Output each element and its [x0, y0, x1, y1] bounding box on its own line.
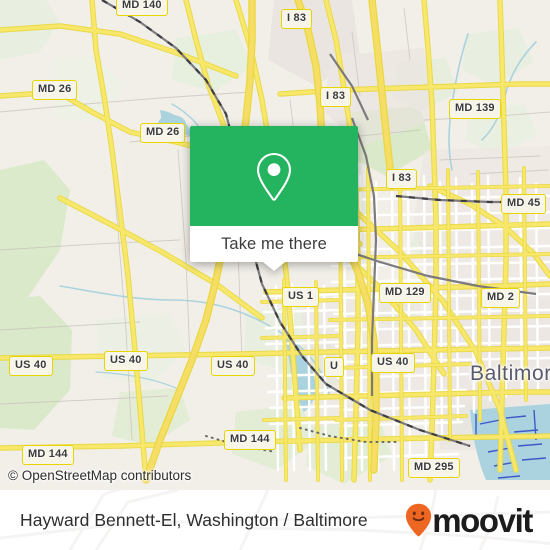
highway-shield: US 40 [371, 353, 415, 373]
highway-shield: MD 26 [32, 80, 78, 100]
highway-shield: I 83 [320, 87, 352, 107]
place-title: Hayward Bennett-El, Washington / Baltimo… [20, 509, 368, 530]
highway-shield: I 83 [281, 9, 313, 29]
moovit-logo[interactable]: moovit [405, 501, 533, 539]
location-pin-icon [256, 152, 292, 201]
highway-shield: MD 26 [140, 123, 186, 143]
popup-tail [263, 262, 285, 271]
highway-shield: US 1 [282, 287, 320, 307]
highway-shield: MD 45 [501, 194, 547, 214]
moovit-smiley-pin-icon [406, 503, 432, 537]
moovit-wordmark: moovit [432, 501, 533, 539]
highway-shield: MD 295 [408, 458, 460, 478]
popup-action-area[interactable]: Take me there [190, 226, 358, 271]
moovit-map-screenshot: .w { fill:none; stroke:#f7e76b; stroke-l… [0, 0, 550, 550]
highway-shield: MD 129 [379, 283, 431, 303]
city-label: Baltimore [470, 362, 550, 385]
highway-shield: US 40 [211, 356, 255, 376]
highway-shield: MD 144 [224, 430, 276, 450]
highway-shield: I 83 [386, 169, 418, 189]
popup-icon-area [190, 126, 358, 226]
osm-attribution[interactable]: © OpenStreetMap contributors [8, 468, 191, 483]
footer-bar: Hayward Bennett-El, Washington / Baltimo… [0, 490, 550, 550]
highway-shield: US 40 [104, 351, 148, 371]
highway-shield: MD 144 [22, 445, 74, 465]
highway-shield: MD 140 [116, 0, 168, 16]
take-me-there-label: Take me there [221, 234, 327, 253]
highway-shield: U [324, 357, 345, 377]
highway-shield: MD 2 [481, 288, 521, 308]
take-me-there-popup[interactable]: Take me there [190, 126, 358, 271]
highway-shield: MD 139 [449, 99, 501, 119]
highway-shield: US 40 [9, 356, 53, 376]
